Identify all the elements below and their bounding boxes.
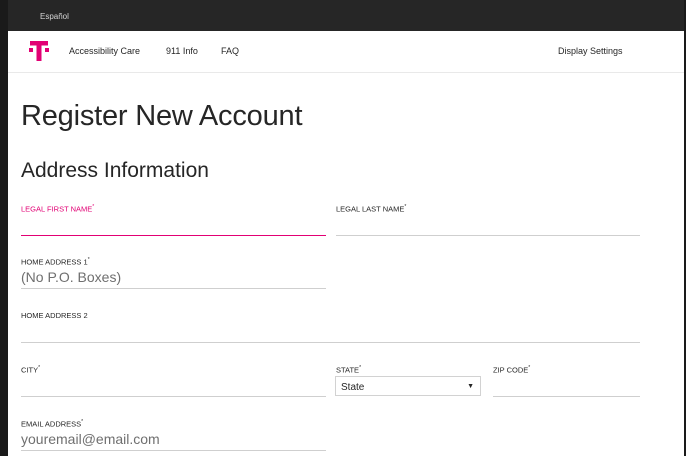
city-field[interactable] [21, 374, 326, 397]
address2-label: HOME ADDRESS 2 [21, 311, 88, 320]
state-selected-value: State [341, 382, 365, 393]
address1-field[interactable] [21, 266, 326, 289]
required-mark: * [404, 204, 407, 210]
chevron-down-icon: ▼ [467, 383, 474, 390]
required-mark: * [92, 204, 95, 210]
top-bar: Español [8, 0, 684, 31]
display-settings-link[interactable]: Display Settings [558, 46, 623, 56]
required-mark: * [359, 365, 362, 371]
zip-field[interactable] [493, 374, 640, 397]
tmobile-logo-icon[interactable] [28, 39, 50, 63]
state-select[interactable]: State ▼ [335, 376, 481, 396]
first-name-field[interactable] [21, 213, 326, 236]
page-title: Register New Account [21, 100, 303, 132]
language-link[interactable]: Español [40, 12, 69, 21]
required-mark: * [38, 365, 41, 371]
required-mark: * [87, 257, 90, 263]
nav-accessibility-care[interactable]: Accessibility Care [69, 46, 140, 56]
address2-field[interactable] [21, 320, 640, 343]
state-label-text: STATE [336, 365, 360, 375]
last-name-field[interactable] [336, 213, 640, 236]
section-title: Address Information [21, 159, 209, 182]
window-frame-left [0, 0, 8, 456]
nav-faq[interactable]: FAQ [221, 46, 239, 56]
email-field[interactable] [21, 428, 326, 451]
main-nav: Accessibility Care 911 Info FAQ Display … [8, 31, 684, 73]
required-mark: * [81, 419, 84, 425]
state-label: STATE* [336, 365, 361, 375]
required-mark: * [528, 365, 531, 371]
nav-911-info[interactable]: 911 Info [166, 46, 198, 56]
